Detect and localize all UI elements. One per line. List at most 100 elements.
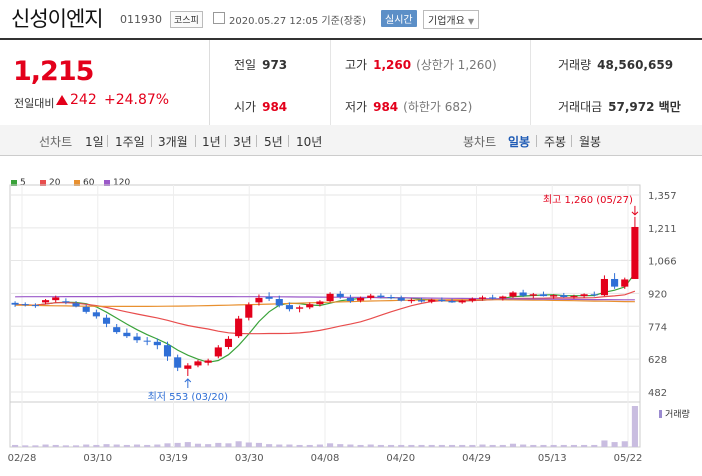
candle-body <box>113 327 121 333</box>
candle-body <box>235 318 243 337</box>
candle-body <box>82 306 90 312</box>
volume-bar <box>103 444 110 447</box>
candle-body <box>285 305 293 310</box>
volume-bar <box>174 442 181 447</box>
volume-bar <box>327 443 334 447</box>
candle-body <box>11 302 19 305</box>
y-tick-label: 1,066 <box>648 257 677 268</box>
volume-bar <box>205 444 212 447</box>
volume-bar <box>509 443 517 447</box>
volume-bar <box>428 444 435 447</box>
candle-body <box>42 300 50 303</box>
low-annotation: 최저 553 (03/20) <box>148 391 229 403</box>
volume-bar <box>581 444 588 447</box>
candle-body <box>102 317 111 324</box>
candle-body <box>153 341 161 346</box>
candle-body <box>62 301 70 303</box>
low-arrow-icon <box>184 378 192 389</box>
volume-bar <box>489 444 496 447</box>
volume-bar <box>631 406 638 447</box>
volume-bar <box>438 444 445 447</box>
candle-body <box>92 312 100 317</box>
volume-bar <box>560 444 567 447</box>
volume-bar <box>347 444 354 447</box>
candle-body <box>204 360 212 363</box>
volume-bar <box>611 442 618 447</box>
volume-bar <box>448 444 456 447</box>
x-tick-label: 04/29 <box>462 453 491 464</box>
candle-body <box>560 295 568 297</box>
candle-body <box>529 294 537 296</box>
volume-bar <box>113 444 120 447</box>
y-tick-label: 774 <box>648 322 667 333</box>
candle-body <box>458 300 466 303</box>
candle-body <box>31 305 39 307</box>
volume-bar <box>306 444 313 447</box>
price-chart[interactable]: 1,357 1,211 1,066 920 774 628 482 02/28 03/10 03/… <box>0 0 702 476</box>
candle-body <box>428 299 436 302</box>
candle-body <box>275 299 283 306</box>
candle-body <box>570 296 578 298</box>
candle-body <box>174 357 182 368</box>
volume-bar <box>377 444 384 447</box>
x-tick-label: 03/10 <box>83 453 112 464</box>
candle-body <box>539 294 548 297</box>
volume-bar <box>83 444 90 447</box>
volume-bar <box>133 444 141 447</box>
volume-bar <box>499 444 506 447</box>
volume-bar <box>93 444 100 447</box>
y-tick-label: 1,211 <box>648 224 677 235</box>
candle-body <box>519 292 527 296</box>
candle-body <box>377 295 385 297</box>
candle-body <box>468 298 476 301</box>
candle-body <box>296 307 304 309</box>
candle-body <box>306 304 314 308</box>
volume-bar <box>123 444 130 447</box>
candle-body <box>489 297 497 299</box>
volume-bar <box>245 442 252 447</box>
volume-bar <box>357 444 364 447</box>
candle-body <box>499 296 507 299</box>
volume-bar <box>62 445 69 447</box>
volume-bar <box>398 444 405 447</box>
y-tick-label: 628 <box>648 355 667 366</box>
volume-bar <box>164 443 171 447</box>
candle-body <box>448 301 456 303</box>
volume-bar <box>459 444 466 447</box>
x-tick-label: 04/20 <box>386 453 415 464</box>
volume-bar <box>266 444 273 447</box>
volume-bar <box>286 444 293 447</box>
candle-body <box>611 278 619 287</box>
volume-bar <box>388 444 395 447</box>
y-tick-label: 920 <box>648 289 667 300</box>
candle-body <box>133 336 141 341</box>
volume-bar <box>52 444 59 447</box>
candle-body <box>52 297 60 301</box>
volume-bar <box>73 445 80 447</box>
candle-body <box>224 338 233 347</box>
candle-body <box>438 299 446 302</box>
volume-bar <box>530 444 537 447</box>
volume-bar <box>550 444 557 447</box>
candle-body <box>214 347 222 357</box>
high-arrow-icon <box>631 205 639 216</box>
candle-body <box>72 303 80 307</box>
candle-body <box>397 297 405 301</box>
volume-bar <box>296 444 303 447</box>
volume-bar <box>367 444 374 447</box>
x-tick-label: 03/19 <box>159 453 188 464</box>
candle-body <box>550 295 558 297</box>
volume-bar <box>225 443 232 447</box>
candle-body <box>255 297 263 303</box>
x-tick-label: 05/13 <box>538 453 567 464</box>
high-annotation: 최고 1,260 (05/27) <box>543 194 633 206</box>
candle-body <box>407 300 415 302</box>
candle-body <box>357 297 365 301</box>
volume-legend-swatch <box>659 410 662 418</box>
candle-body <box>600 278 608 296</box>
x-tick-label: 02/28 <box>8 453 37 464</box>
candle-body <box>184 365 192 369</box>
candle-body <box>387 296 395 298</box>
x-tick-label: 05/22 <box>614 453 643 464</box>
candle-body <box>509 292 517 297</box>
